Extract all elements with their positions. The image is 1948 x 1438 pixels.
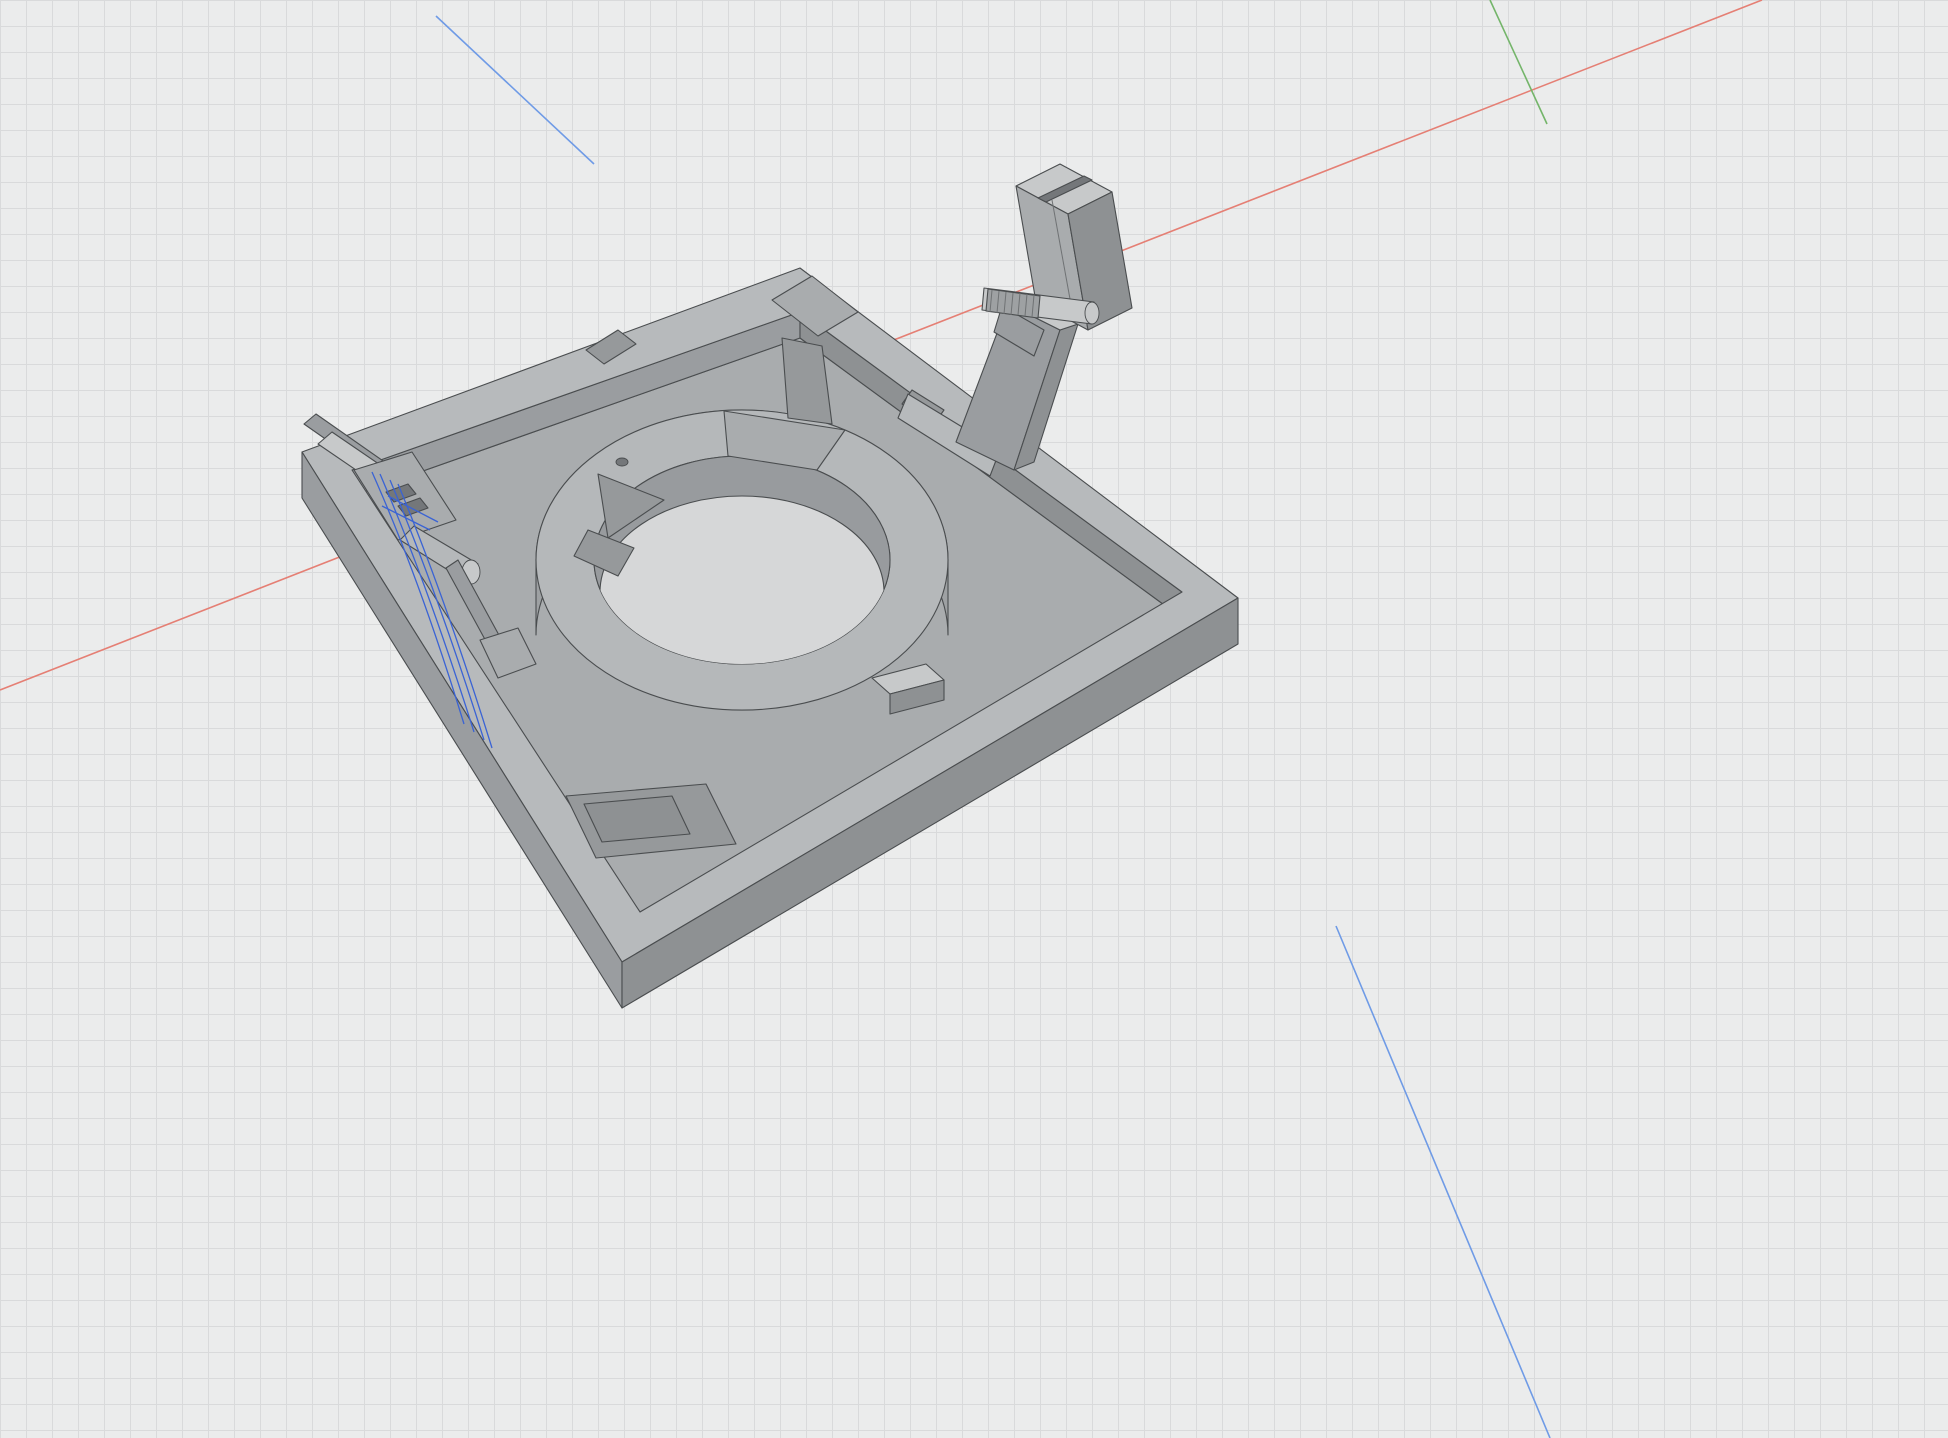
y-axis-line xyxy=(1490,0,1547,124)
z-axis-line-lower xyxy=(1336,926,1550,1438)
model-fixture-base[interactable] xyxy=(302,164,1238,1008)
clamp-pin-end-cap[interactable] xyxy=(1085,302,1099,324)
front-corner-recess-wall[interactable] xyxy=(584,796,690,842)
z-axis-line-upper xyxy=(436,16,594,164)
cad-viewport[interactable] xyxy=(0,0,1948,1438)
scene-canvas[interactable] xyxy=(0,0,1948,1438)
toggle-clamp-assembly[interactable] xyxy=(898,164,1132,476)
small-pin-hole[interactable] xyxy=(616,458,628,466)
